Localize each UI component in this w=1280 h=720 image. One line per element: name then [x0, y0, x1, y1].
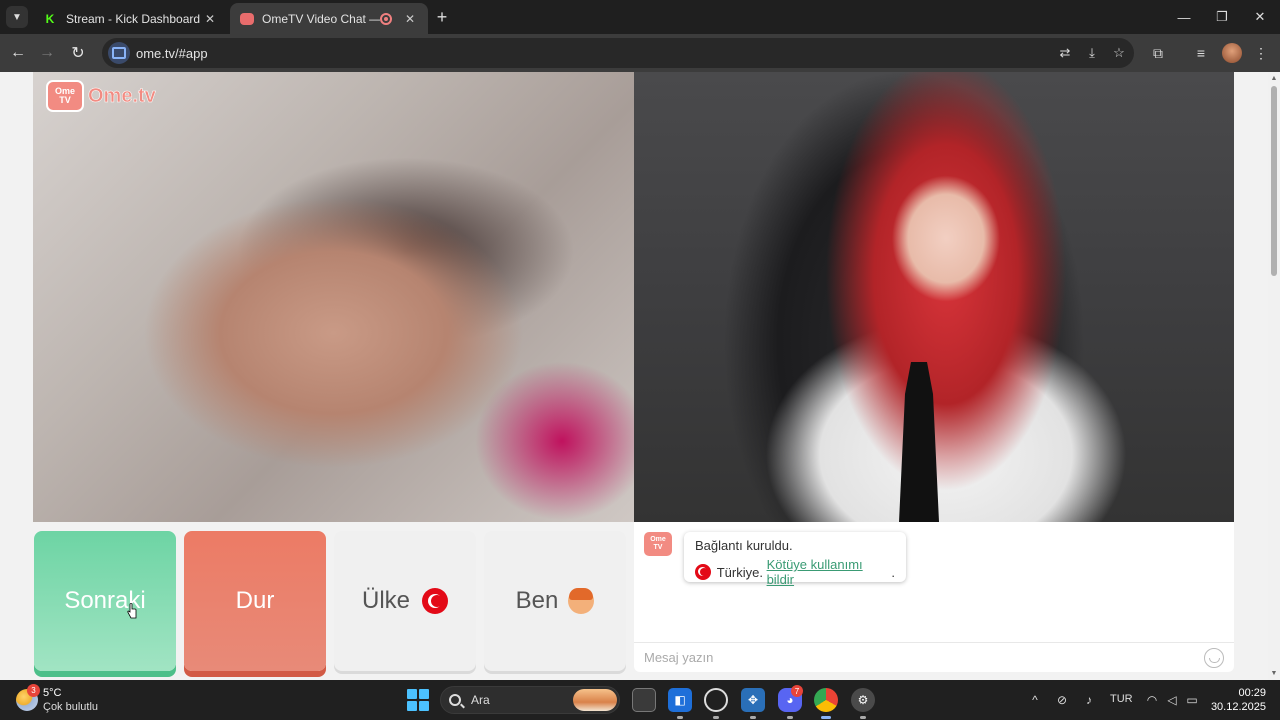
next-button[interactable]: Sonraki — [34, 531, 176, 671]
logo-text: Ome.tv — [88, 84, 156, 107]
microphone-icon[interactable]: ♪ — [1081, 692, 1097, 708]
camera-off-icon[interactable]: ⊘ — [1054, 692, 1070, 708]
window-close-button[interactable]: ✕ — [1242, 6, 1278, 28]
extensions-icon[interactable]: ⧉ — [1147, 42, 1169, 64]
search-highlight-icon — [573, 689, 617, 711]
tab-ometv[interactable]: OmeTV Video Chat — Ome ✕ — [230, 3, 428, 34]
country-label: Ülke — [361, 587, 410, 614]
boy-avatar-icon — [568, 588, 595, 614]
scroll-down-icon[interactable]: ▼ — [1270, 669, 1278, 677]
stop-button[interactable]: Dur — [184, 531, 326, 671]
url-text[interactable]: ome.tv/#app — [136, 46, 1053, 61]
ometv-logo-icon: Ome TV — [46, 80, 84, 112]
running-indicator — [787, 716, 793, 719]
remote-video: Ome TV Ome.tv — [33, 72, 634, 522]
clock-time[interactable]: 00:29 — [1226, 687, 1266, 699]
camera-icon[interactable] — [108, 42, 130, 64]
running-indicator — [677, 716, 683, 719]
profile-avatar[interactable] — [1222, 43, 1242, 63]
search-placeholder: Ara — [471, 693, 490, 707]
discord-badge: 7 — [791, 685, 803, 697]
ometv-logo: Ome TV Ome.tv — [46, 80, 156, 112]
ometv-avatar-icon: Ome TV — [644, 532, 672, 556]
close-icon[interactable]: ✕ — [202, 11, 218, 27]
tab-search-button[interactable]: ▼ — [6, 6, 28, 28]
video-figure — [899, 362, 939, 522]
volume-icon[interactable]: ◁ — [1164, 692, 1180, 708]
reload-button[interactable]: ↻ — [67, 42, 89, 64]
weather-badge: 3 — [27, 684, 40, 697]
ometv-icon — [240, 12, 254, 25]
close-icon[interactable]: ✕ — [402, 11, 418, 27]
me-label: Ben — [515, 587, 559, 614]
browser-toolbar: ← → ↻ ome.tv/#app ⇄ ⤓ ☆ ⧉ ≡ ⋮ — [0, 34, 1280, 72]
weather-desc[interactable]: Çok bulutlu — [43, 701, 98, 713]
windows-taskbar: 3 5°C Çok bulutlu Ara ◧ ✥ ◕ 7 ⚙ ^ ⊘ ♪ TU… — [0, 680, 1280, 720]
message-input[interactable] — [644, 650, 1204, 665]
running-indicator — [860, 716, 866, 719]
chat-avatar-text: Ome TV — [650, 536, 666, 551]
back-button[interactable]: ← — [7, 42, 29, 64]
chrome-icon[interactable] — [814, 688, 838, 712]
bookmark-star-icon[interactable]: ☆ — [1107, 41, 1131, 65]
tab-title: Stream - Kick Dashboard — [66, 11, 201, 26]
running-indicator — [750, 716, 756, 719]
turkey-flag-icon — [695, 564, 711, 580]
chevron-down-icon: ▼ — [12, 11, 22, 23]
maximize-button[interactable]: ❐ — [1204, 6, 1240, 28]
running-indicator — [821, 716, 831, 719]
translate-icon[interactable]: ⇄ — [1053, 41, 1077, 65]
page-scrollbar[interactable]: ▲ ▼ — [1268, 72, 1280, 680]
settings-gear-icon[interactable]: ⚙ — [851, 688, 875, 712]
tab-strip: ▼ K Stream - Kick Dashboard ✕ OmeTV Vide… — [0, 0, 1280, 34]
message-input-bar — [634, 642, 1234, 672]
battery-icon[interactable]: ▭ — [1184, 692, 1200, 708]
country-name: Türkiye. — [716, 564, 763, 580]
ometv-app: Ome TV Ome.tv Sonraki Dur Ülke Ben Ome TV … — [0, 72, 1268, 680]
smiley-icon[interactable] — [1204, 647, 1224, 668]
recording-icon — [380, 12, 392, 25]
tab-kick-dashboard[interactable]: K Stream - Kick Dashboard ✕ — [32, 3, 228, 34]
media-control-icon[interactable]: ≡ — [1190, 42, 1212, 64]
stop-label: Dur — [235, 587, 275, 614]
hand-cursor-icon — [127, 603, 137, 619]
minimize-button[interactable]: — — [1166, 6, 1202, 28]
report-abuse-link[interactable]: Kötüye kullanımı bildir — [767, 557, 892, 587]
clock-date[interactable]: 30.12.2025 — [1200, 701, 1266, 713]
app-window-icon[interactable]: ◧ — [668, 688, 692, 712]
windows-start-icon[interactable] — [407, 689, 429, 711]
more-menu-icon[interactable]: ⋮ — [1250, 42, 1272, 64]
install-app-icon[interactable]: ⤓ — [1080, 41, 1104, 65]
new-tab-button[interactable]: + — [432, 7, 452, 27]
wifi-icon[interactable]: ◠ — [1144, 692, 1160, 708]
weather-temp[interactable]: 5°C — [43, 687, 61, 699]
turkey-flag-icon — [422, 588, 448, 614]
obs-studio-icon[interactable] — [704, 688, 728, 712]
task-view-icon[interactable] — [632, 688, 656, 712]
running-indicator — [713, 716, 719, 719]
chat-panel: Ome TV Bağlantı kuruldu. Türkiye. Kötüye … — [634, 522, 1234, 672]
me-button[interactable]: Ben — [484, 531, 626, 671]
kodi-icon[interactable]: ✥ — [741, 688, 765, 712]
chevron-up-icon[interactable]: ^ — [1027, 692, 1043, 708]
taskbar-search[interactable]: Ara — [440, 686, 620, 714]
scroll-up-icon[interactable]: ▲ — [1270, 74, 1278, 82]
report-suffix: . — [891, 564, 895, 580]
kick-icon: K — [42, 10, 58, 27]
address-bar[interactable]: ome.tv/#app ⇄ ⤓ ☆ — [102, 38, 1134, 68]
connected-message: Bağlantı kuruldu. — [695, 538, 793, 553]
country-button[interactable]: Ülke — [334, 531, 476, 671]
forward-button[interactable]: → — [36, 42, 58, 64]
system-message: Bağlantı kuruldu. Türkiye. Kötüye kullan… — [684, 532, 906, 587]
search-icon — [449, 694, 461, 706]
scrollbar-thumb[interactable] — [1271, 86, 1277, 276]
local-video — [634, 72, 1234, 522]
input-language[interactable]: TUR — [1110, 693, 1133, 705]
logo-badge-text: Ome TV — [54, 86, 75, 105]
tab-title: OmeTV Video Chat — Ome — [262, 11, 380, 26]
